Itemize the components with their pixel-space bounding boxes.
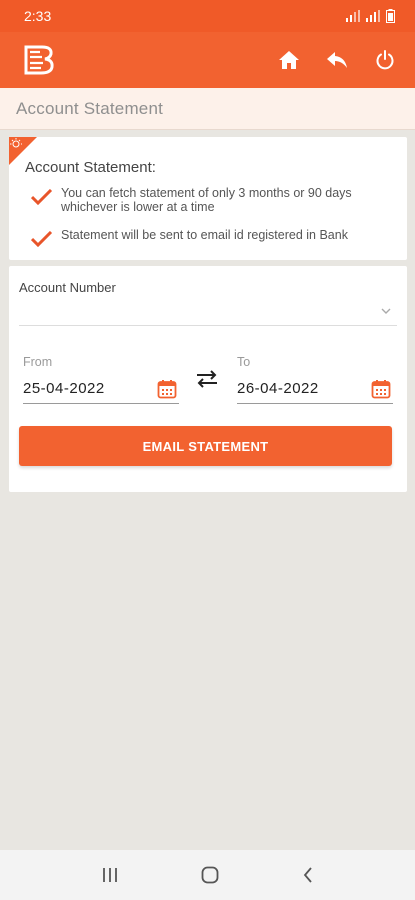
back-nav-icon[interactable] <box>302 866 314 884</box>
app-bar <box>0 32 415 88</box>
power-icon[interactable] <box>373 48 397 72</box>
swap-icon[interactable] <box>195 368 219 390</box>
bank-logo[interactable] <box>22 42 58 78</box>
statement-form: Account Number From 25-04-2022 To 26-04-… <box>9 266 407 492</box>
status-bar: 2:33 <box>0 0 415 32</box>
recent-apps-icon[interactable] <box>101 867 119 883</box>
info-item-text: You can fetch statement of only 3 months… <box>61 186 352 214</box>
reply-icon[interactable] <box>325 48 349 72</box>
lightbulb-icon <box>9 137 37 165</box>
account-number-label: Account Number <box>19 280 116 295</box>
info-item-text: Statement will be sent to email id regis… <box>61 228 348 242</box>
info-heading: Account Statement: <box>25 159 156 176</box>
from-label: From <box>23 355 53 369</box>
home-nav-icon[interactable] <box>201 866 219 884</box>
chevron-down-icon[interactable] <box>379 304 393 318</box>
calendar-icon[interactable] <box>157 379 177 399</box>
system-nav-bar <box>0 850 415 900</box>
check-icon <box>31 231 53 247</box>
check-icon <box>31 189 53 205</box>
signal-icon <box>346 10 360 22</box>
status-time: 2:33 <box>24 8 52 24</box>
home-icon[interactable] <box>277 48 301 72</box>
to-date-value: 26-04-2022 <box>237 380 319 397</box>
calendar-icon[interactable] <box>371 379 391 399</box>
info-item: You can fetch statement of only 3 months… <box>25 186 397 214</box>
page-header: Account Statement <box>0 88 415 130</box>
status-icons <box>346 9 395 23</box>
battery-icon <box>386 9 395 23</box>
to-date-field[interactable]: 26-04-2022 <box>237 374 393 404</box>
network-icon <box>366 10 380 22</box>
account-number-select[interactable] <box>19 296 397 326</box>
from-date-field[interactable]: 25-04-2022 <box>23 374 179 404</box>
email-statement-button[interactable]: EMAIL STATEMENT <box>19 426 392 466</box>
from-date-value: 25-04-2022 <box>23 380 105 397</box>
info-card: Account Statement: You can fetch stateme… <box>9 137 407 260</box>
page-title: Account Statement <box>16 98 164 118</box>
app-bar-actions <box>277 48 397 72</box>
to-label: To <box>237 355 251 369</box>
account-number-underline <box>19 325 397 326</box>
info-item: Statement will be sent to email id regis… <box>25 228 397 247</box>
